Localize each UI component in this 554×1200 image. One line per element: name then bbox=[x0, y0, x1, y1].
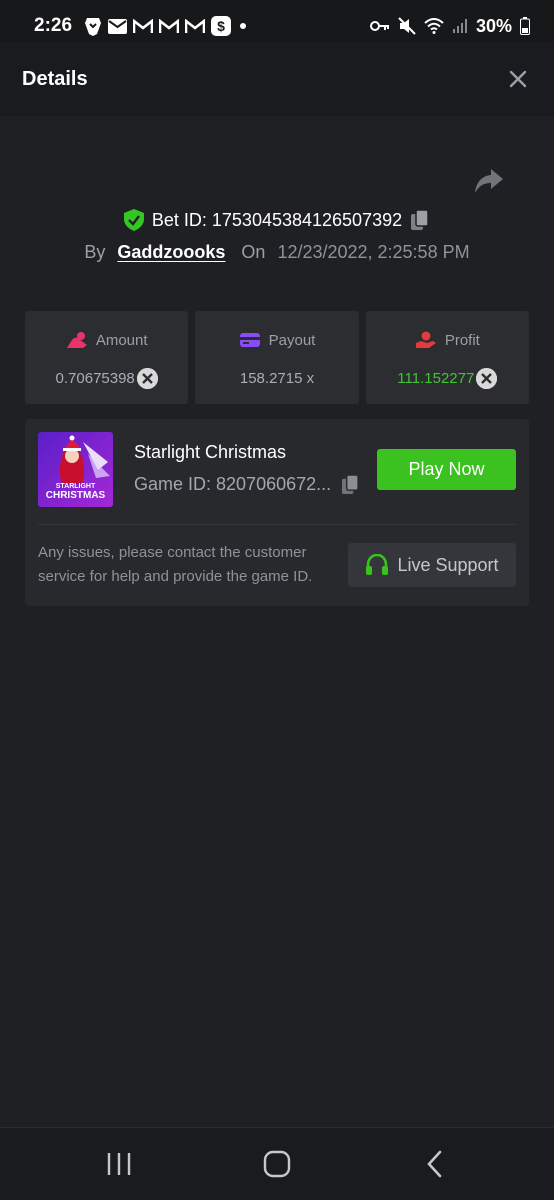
page-title: Details bbox=[22, 67, 88, 90]
share-button[interactable] bbox=[474, 168, 504, 196]
bet-meta-row: By Gaddzoooks On 12/23/2022, 2:25:58 PM bbox=[0, 238, 554, 266]
by-label: By bbox=[84, 241, 106, 262]
copy-icon bbox=[411, 209, 429, 230]
payout-label: Payout bbox=[268, 331, 316, 349]
amount-value: 0.70675398 bbox=[55, 369, 135, 387]
game-title: Starlight Christmas bbox=[134, 442, 287, 462]
help-text: Any issues, please contact the customer … bbox=[38, 544, 313, 585]
bet-stats: Amount 0.70675398 Payout 158.2715 x Prof… bbox=[25, 311, 529, 404]
status-time: 2:26 bbox=[34, 15, 73, 36]
home-icon bbox=[263, 1150, 291, 1178]
currency-coin-icon bbox=[136, 367, 158, 389]
shield-check-icon bbox=[123, 209, 144, 231]
profit-label: Profit bbox=[444, 331, 480, 349]
wifi-icon bbox=[424, 18, 444, 34]
payout-value: 158.2715 x bbox=[239, 369, 315, 387]
close-icon bbox=[509, 70, 527, 88]
divider bbox=[38, 524, 516, 525]
battery-level: 30% bbox=[475, 15, 512, 36]
system-icons: 30% bbox=[369, 15, 530, 37]
mail-icon bbox=[108, 18, 128, 34]
recent-apps-button[interactable] bbox=[89, 1139, 149, 1189]
game-thumbnail[interactable]: STARLIGHT CHRISTMAS bbox=[38, 432, 113, 507]
profit-hand-icon bbox=[415, 331, 437, 349]
gmail-icon bbox=[133, 18, 154, 34]
share-icon bbox=[475, 169, 503, 193]
back-button[interactable] bbox=[405, 1139, 465, 1189]
recent-apps-icon bbox=[107, 1153, 131, 1175]
back-icon bbox=[427, 1150, 442, 1178]
copy-game-id-button[interactable] bbox=[341, 474, 360, 495]
battery-icon bbox=[520, 17, 530, 35]
payout-card: Payout 158.2715 x bbox=[195, 311, 359, 404]
close-button[interactable] bbox=[504, 65, 532, 93]
copy-icon bbox=[342, 474, 359, 494]
play-now-button[interactable]: Play Now bbox=[377, 449, 516, 490]
bet-id-row: Bet ID: 1753045384126507392 bbox=[0, 205, 554, 235]
profit-card: Profit 111.152277 bbox=[365, 311, 529, 404]
game-id-row: Game ID: 8207060672... bbox=[134, 474, 360, 495]
gmail-icon bbox=[159, 18, 180, 34]
live-support-button[interactable]: Live Support bbox=[348, 543, 516, 587]
signal-icon bbox=[452, 18, 468, 34]
gmail-icon bbox=[185, 18, 206, 34]
amount-label: Amount bbox=[95, 331, 148, 349]
game-card: STARLIGHT CHRISTMAS Starlight Christmas … bbox=[25, 419, 529, 606]
system-nav-bar bbox=[0, 1127, 554, 1200]
amount-card: Amount 0.70675398 bbox=[25, 311, 189, 404]
home-button[interactable] bbox=[247, 1139, 307, 1189]
details-header: Details bbox=[0, 42, 554, 116]
amount-icon bbox=[66, 331, 88, 349]
mute-icon bbox=[398, 17, 416, 35]
brave-icon bbox=[84, 16, 102, 36]
payout-card-icon bbox=[239, 331, 261, 349]
profit-value: 111.152277 bbox=[397, 369, 475, 387]
svg-text:$: $ bbox=[217, 18, 225, 34]
headset-icon bbox=[365, 554, 389, 576]
currency-coin-icon bbox=[476, 367, 498, 389]
key-icon bbox=[369, 19, 390, 33]
dot-icon bbox=[237, 20, 249, 32]
live-support-label: Live Support bbox=[397, 554, 499, 575]
username-link[interactable]: Gaddzoooks bbox=[117, 242, 225, 263]
cash-app-icon: $ bbox=[211, 16, 232, 36]
notification-icons: $ bbox=[84, 16, 249, 36]
bet-date: 12/23/2022, 2:25:58 PM bbox=[277, 241, 470, 262]
thumb-title-line2: CHRISTMAS bbox=[45, 490, 106, 501]
game-id: Game ID: 8207060672... bbox=[134, 474, 332, 494]
copy-bet-id-button[interactable] bbox=[410, 209, 430, 231]
bet-id: Bet ID: 1753045384126507392 bbox=[151, 209, 403, 230]
on-label: On bbox=[241, 241, 266, 262]
